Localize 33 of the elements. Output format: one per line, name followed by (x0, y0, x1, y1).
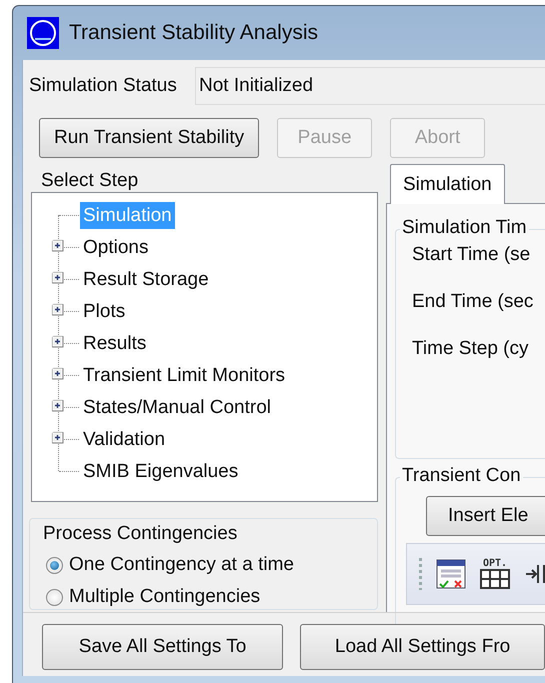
table-check-icon[interactable] (436, 559, 466, 589)
app-icon (27, 17, 59, 49)
field-label: End Time (sec (412, 290, 534, 314)
settings-button[interactable]: Load All Settings Fro (300, 624, 545, 670)
settings-button[interactable]: Save All Settings To (42, 624, 284, 670)
radio-label: One Contingency at a time (69, 554, 294, 576)
expand-icon[interactable] (52, 368, 65, 381)
insert-button[interactable]: Insert Ele (426, 496, 545, 536)
radio-label: Multiple Contingencies (69, 586, 260, 608)
expand-icon[interactable] (52, 272, 65, 285)
tree-item[interactable]: Results (80, 330, 150, 356)
radio-button[interactable] (46, 588, 63, 606)
tree-item[interactable]: Transient Limit Monitors (80, 362, 288, 388)
expand-icon[interactable] (52, 432, 65, 445)
tree-item[interactable]: SMIB Eigenvalues (80, 458, 242, 484)
tree-item[interactable]: Options (80, 234, 152, 260)
tab[interactable]: Simulation (390, 164, 505, 204)
tree-item[interactable]: Plots (80, 298, 128, 324)
status-label: Simulation Status (29, 75, 178, 97)
expand-icon[interactable] (52, 304, 65, 317)
status-field: Not Initialized (195, 67, 545, 105)
expand-icon[interactable] (52, 400, 65, 413)
expand-icon[interactable] (52, 240, 65, 253)
radio-button[interactable] (46, 556, 63, 574)
group-title: Select Step (39, 170, 140, 192)
tree-item[interactable]: States/Manual Control (80, 394, 274, 420)
tree-item[interactable]: Result Storage (80, 266, 212, 292)
tree-item[interactable]: Validation (80, 426, 168, 452)
field-label: Start Time (se (412, 243, 532, 267)
action-button[interactable]: Run Transient Stability (39, 118, 260, 158)
window-title: Transient Stability Analysis (69, 21, 318, 45)
expand-icon[interactable] (52, 336, 65, 349)
field-label: Time Step (cy (412, 337, 530, 361)
